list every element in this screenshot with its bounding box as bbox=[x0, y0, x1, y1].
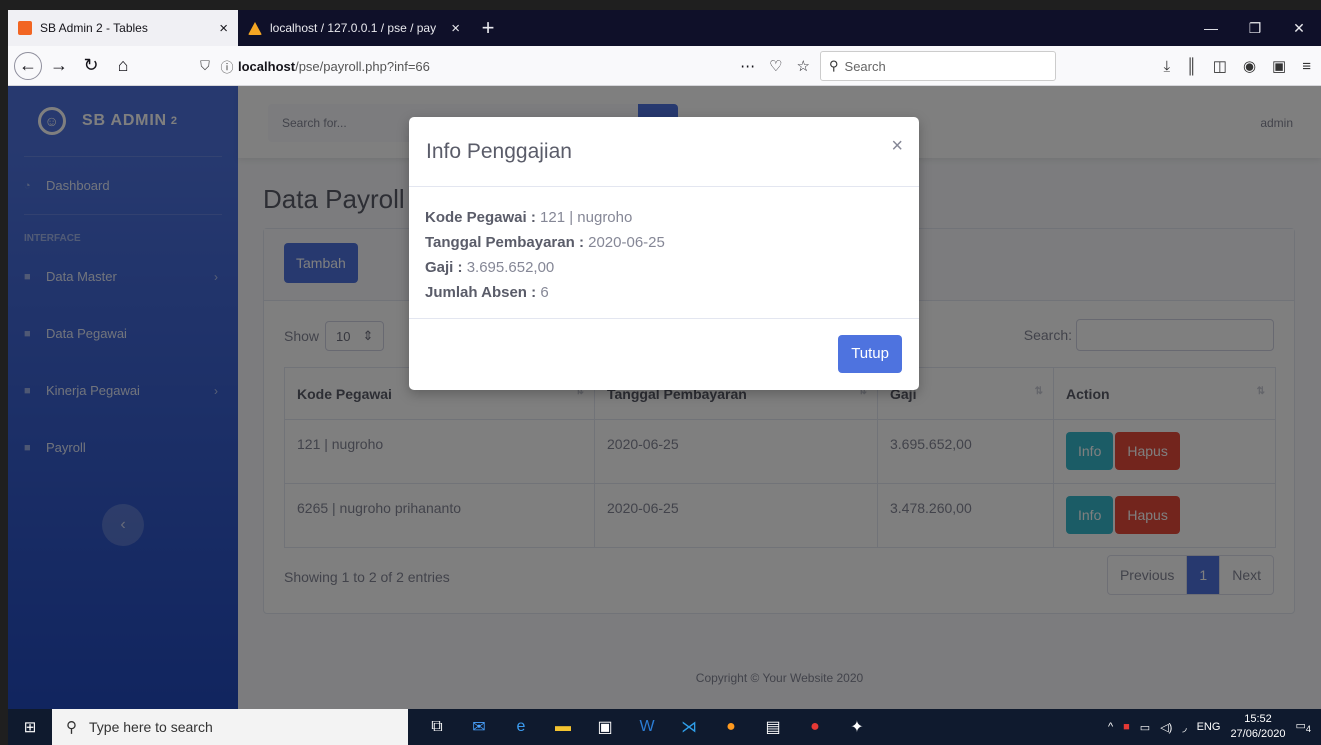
taskbar-search-input[interactable]: ⚲ Type here to search bbox=[52, 709, 408, 745]
modal-field-absen: Jumlah Absen : 6 bbox=[425, 280, 903, 305]
browser-tab-phpmyadmin[interactable]: localhost / 127.0.0.1 / pse / pay × bbox=[238, 10, 470, 46]
app-icon[interactable]: ▤ bbox=[752, 709, 794, 745]
close-window-icon[interactable]: ✕ bbox=[1277, 10, 1321, 46]
modal-field-tanggal: Tanggal Pembayaran : 2020-06-25 bbox=[425, 230, 903, 255]
mail-icon[interactable]: ✉ bbox=[458, 709, 500, 745]
notifications-icon[interactable]: ▭4 bbox=[1296, 719, 1312, 734]
restore-icon[interactable]: ❐ bbox=[1233, 10, 1277, 46]
clock[interactable]: 15:52 27/06/2020 bbox=[1230, 712, 1285, 742]
windows-taskbar: ⊞ ⚲ Type here to search ⧉ ✉ e ▬ ▣ W ⋊ ● … bbox=[8, 709, 1321, 745]
bookmark-star-icon[interactable]: ☆ bbox=[797, 57, 810, 75]
home-icon[interactable]: ⌂ bbox=[108, 51, 138, 81]
search-icon: ⚲ bbox=[829, 58, 839, 73]
edge-icon[interactable]: e bbox=[500, 709, 542, 745]
wifi-icon[interactable]: ◞ bbox=[1182, 721, 1186, 734]
modal-field-gaji: Gaji : 3.695.652,00 bbox=[425, 255, 903, 280]
page-actions-icon[interactable]: ⋯ bbox=[740, 57, 755, 75]
url-path: /pse/payroll.php?inf=66 bbox=[295, 58, 430, 74]
pocket-icon[interactable]: ♡ bbox=[769, 57, 782, 75]
modal-body: Kode Pegawai : 121 | nugroho Tanggal Pem… bbox=[409, 187, 919, 319]
battery-icon[interactable]: ▭ bbox=[1140, 721, 1150, 734]
field-label: Gaji : bbox=[425, 259, 463, 276]
windows-start-icon[interactable]: ⊞ bbox=[8, 709, 52, 745]
extension-icon[interactable]: ▣ bbox=[1272, 57, 1286, 75]
notification-count: 4 bbox=[1305, 724, 1311, 735]
shield-icon[interactable]: ⛉ bbox=[194, 58, 216, 74]
browser-navbar: ← → ↻ ⌂ ⛉ ⓘ localhost/pse/payroll.php?in… bbox=[8, 46, 1321, 86]
tab-close-icon[interactable]: × bbox=[219, 20, 228, 37]
taskbar-apps: ⧉ ✉ e ▬ ▣ W ⋊ ● ▤ ● ✦ bbox=[416, 709, 878, 745]
tab-close-icon[interactable]: × bbox=[451, 20, 460, 37]
field-label: Tanggal Pembayaran : bbox=[425, 234, 584, 251]
tab-title: SB Admin 2 - Tables bbox=[40, 21, 148, 35]
sb-admin-favicon-icon bbox=[18, 21, 32, 35]
field-label: Jumlah Absen : bbox=[425, 284, 537, 301]
system-tray: ^ ■ ▭ ◁) ◞ ENG 15:52 27/06/2020 ▭4 bbox=[1108, 709, 1321, 745]
app-red-icon[interactable]: ● bbox=[794, 709, 836, 745]
file-explorer-icon[interactable]: ▬ bbox=[542, 709, 584, 745]
field-value: 2020-06-25 bbox=[588, 234, 665, 251]
search-icon: ⚲ bbox=[66, 719, 77, 736]
close-modal-button[interactable]: Tutup bbox=[838, 335, 902, 373]
clock-time: 15:52 bbox=[1244, 713, 1272, 725]
tab-title: localhost / 127.0.0.1 / pse / pay bbox=[270, 21, 437, 35]
volume-icon[interactable]: ◁) bbox=[1160, 721, 1172, 734]
chevron-up-icon[interactable]: ^ bbox=[1108, 721, 1113, 733]
url-bar[interactable]: ⛉ ⓘ localhost/pse/payroll.php?inf=66 ⋯ ♡… bbox=[194, 50, 818, 82]
forward-arrow-icon[interactable]: → bbox=[44, 51, 74, 81]
field-value: 6 bbox=[540, 284, 549, 301]
field-value: 3.695.652,00 bbox=[466, 259, 555, 276]
account-icon[interactable]: ◉ bbox=[1243, 57, 1256, 75]
back-arrow-icon[interactable]: ← bbox=[14, 51, 42, 80]
site-info-icon[interactable]: ⓘ bbox=[216, 57, 238, 76]
store-icon[interactable]: ▣ bbox=[584, 709, 626, 745]
reload-icon[interactable]: ↻ bbox=[76, 51, 106, 81]
new-tab-button[interactable]: + bbox=[470, 10, 506, 46]
app-icon[interactable]: ✦ bbox=[836, 709, 878, 745]
library-icon[interactable]: ║ bbox=[1186, 58, 1197, 75]
browser-search-placeholder: Search bbox=[844, 58, 886, 74]
window-controls: — ❐ ✕ bbox=[1189, 10, 1321, 46]
field-label: Kode Pegawai : bbox=[425, 209, 536, 226]
vscode-icon[interactable]: ⋊ bbox=[668, 709, 710, 745]
browser-toolbar-icons: ⤓ ║ ◫ ◉ ▣ ≡ bbox=[1163, 46, 1311, 86]
phpmyadmin-favicon-icon bbox=[248, 21, 262, 35]
clock-date: 27/06/2020 bbox=[1230, 728, 1286, 740]
browser-tabbar: SB Admin 2 - Tables × localhost / 127.0.… bbox=[8, 10, 1321, 46]
tray-app-icon[interactable]: ■ bbox=[1123, 721, 1130, 733]
browser-search-input[interactable]: ⚲ Search bbox=[820, 51, 1056, 81]
minimize-icon[interactable]: — bbox=[1189, 10, 1233, 46]
firefox-icon[interactable]: ● bbox=[710, 709, 752, 745]
field-value: 121 | nugroho bbox=[540, 209, 633, 226]
taskbar-search-placeholder: Type here to search bbox=[89, 719, 213, 735]
modal-header: Info Penggajian × bbox=[409, 117, 919, 187]
info-modal: Info Penggajian × Kode Pegawai : 121 | n… bbox=[409, 117, 919, 390]
browser-tab-sb-admin[interactable]: SB Admin 2 - Tables × bbox=[8, 10, 238, 46]
modal-field-kode: Kode Pegawai : 121 | nugroho bbox=[425, 205, 903, 230]
url-actions: ⋯ ♡ ☆ bbox=[740, 57, 810, 75]
modal-close-icon[interactable]: × bbox=[891, 135, 903, 158]
download-icon[interactable]: ⤓ bbox=[1163, 58, 1170, 75]
sidebar-icon[interactable]: ◫ bbox=[1213, 57, 1227, 75]
url-host: localhost bbox=[238, 58, 296, 74]
menu-icon[interactable]: ≡ bbox=[1302, 58, 1311, 75]
task-view-icon[interactable]: ⧉ bbox=[416, 709, 458, 745]
language-indicator[interactable]: ENG bbox=[1197, 721, 1221, 733]
word-icon[interactable]: W bbox=[626, 709, 668, 745]
modal-title: Info Penggajian bbox=[426, 140, 572, 163]
